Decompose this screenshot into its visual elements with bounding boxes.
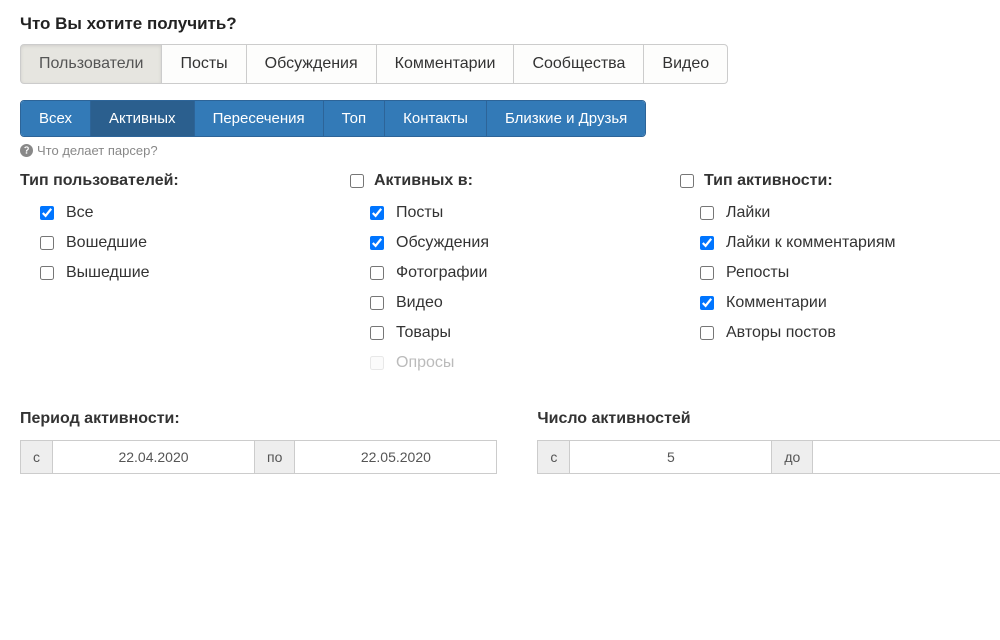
period-input-group: с по (20, 440, 497, 474)
checkbox-active-discussions[interactable] (370, 236, 384, 250)
checkbox-active-posts[interactable] (370, 206, 384, 220)
period-title: Период активности: (20, 410, 497, 428)
pill-active[interactable]: Активных (91, 101, 195, 136)
checkbox-label: Лайки к комментариям (726, 234, 896, 252)
checkbox-label: Авторы постов (726, 324, 836, 342)
pill-contacts[interactable]: Контакты (385, 101, 487, 136)
col-active-in-title-text: Активных в: (374, 172, 473, 190)
bottom-filters: Период активности: с по Число активносте… (20, 410, 980, 474)
checkbox-active-video[interactable] (370, 296, 384, 310)
count-input-group: с до (537, 440, 1000, 474)
content-type-tabs: Пользователи Посты Обсуждения Комментари… (20, 44, 980, 84)
list-item: Посты (370, 204, 650, 222)
period-from-input[interactable] (53, 440, 255, 474)
period-to-label: по (255, 440, 295, 474)
parser-help-link[interactable]: Что делает парсер? (20, 143, 980, 158)
checkbox-label: Фотографии (396, 264, 487, 282)
count-title: Число активностей (537, 410, 1000, 428)
count-from-label: с (537, 440, 570, 474)
checkbox-comment-likes[interactable] (700, 236, 714, 250)
list-item: Видео (370, 294, 650, 312)
tab-comments[interactable]: Комментарии (376, 44, 515, 84)
count-from-input[interactable] (570, 440, 772, 474)
count-to-label: до (772, 440, 813, 474)
checkbox-likes[interactable] (700, 206, 714, 220)
tab-video[interactable]: Видео (643, 44, 728, 84)
col-user-type: Тип пользователей: Все Вошедшие Вышедшие (20, 172, 320, 384)
list-item: Авторы постов (700, 324, 980, 342)
list-item: Комментарии (700, 294, 980, 312)
count-block: Число активностей с до (537, 410, 1000, 474)
period-to-input[interactable] (295, 440, 497, 474)
checkbox-active-goods[interactable] (370, 326, 384, 340)
checkbox-label: Репосты (726, 264, 789, 282)
checkbox-reposts[interactable] (700, 266, 714, 280)
checkbox-label: Обсуждения (396, 234, 489, 252)
checkbox-label: Товары (396, 324, 451, 342)
list-item: Лайки (700, 204, 980, 222)
pill-all[interactable]: Всех (21, 101, 91, 136)
filter-pills: Всех Активных Пересечения Топ Контакты Б… (20, 100, 646, 137)
checkbox-active-photos[interactable] (370, 266, 384, 280)
list-item: Репосты (700, 264, 980, 282)
col-activity-type-title: Тип активности: (680, 172, 980, 190)
count-to-input[interactable] (813, 440, 1000, 474)
list-item: Вышедшие (40, 264, 320, 282)
list-item: Вошедшие (40, 234, 320, 252)
checkbox-left[interactable] (40, 266, 54, 280)
checkbox-label: Лайки (726, 204, 770, 222)
checkbox-active-in-master[interactable] (350, 174, 364, 188)
page-title: Что Вы хотите получить? (20, 14, 980, 34)
list-item: Фотографии (370, 264, 650, 282)
checkbox-label: Посты (396, 204, 443, 222)
checkbox-label: Видео (396, 294, 443, 312)
list-item: Обсуждения (370, 234, 650, 252)
list-item: Лайки к комментариям (700, 234, 980, 252)
tab-users[interactable]: Пользователи (20, 44, 162, 84)
filter-columns: Тип пользователей: Все Вошедшие Вышедшие… (20, 172, 980, 384)
checkbox-post-authors[interactable] (700, 326, 714, 340)
pill-top[interactable]: Топ (324, 101, 385, 136)
tab-posts[interactable]: Посты (161, 44, 246, 84)
pill-close-friends[interactable]: Близкие и Друзья (487, 101, 645, 136)
checkbox-label: Все (66, 204, 94, 222)
checkbox-label: Комментарии (726, 294, 827, 312)
tab-discussions[interactable]: Обсуждения (246, 44, 377, 84)
col-activity-type-title-text: Тип активности: (704, 172, 833, 190)
pill-intersection[interactable]: Пересечения (195, 101, 324, 136)
checkbox-all-users[interactable] (40, 206, 54, 220)
checkbox-active-polls (370, 356, 384, 370)
period-block: Период активности: с по (20, 410, 497, 474)
checkbox-label: Опросы (396, 354, 454, 372)
list-item: Опросы (370, 354, 650, 372)
tab-communities[interactable]: Сообщества (513, 44, 644, 84)
list-item: Все (40, 204, 320, 222)
question-circle-icon (20, 144, 33, 157)
col-activity-type: Тип активности: Лайки Лайки к комментари… (680, 172, 980, 384)
period-from-label: с (20, 440, 53, 474)
checkbox-label: Вошедшие (66, 234, 147, 252)
col-active-in-title: Активных в: (350, 172, 650, 190)
col-active-in: Активных в: Посты Обсуждения Фотографии … (350, 172, 650, 384)
checkbox-comments[interactable] (700, 296, 714, 310)
checkbox-joined[interactable] (40, 236, 54, 250)
col-user-type-title: Тип пользователей: (20, 172, 320, 190)
list-item: Товары (370, 324, 650, 342)
checkbox-label: Вышедшие (66, 264, 150, 282)
parser-help-text: Что делает парсер? (37, 143, 158, 158)
checkbox-activity-type-master[interactable] (680, 174, 694, 188)
